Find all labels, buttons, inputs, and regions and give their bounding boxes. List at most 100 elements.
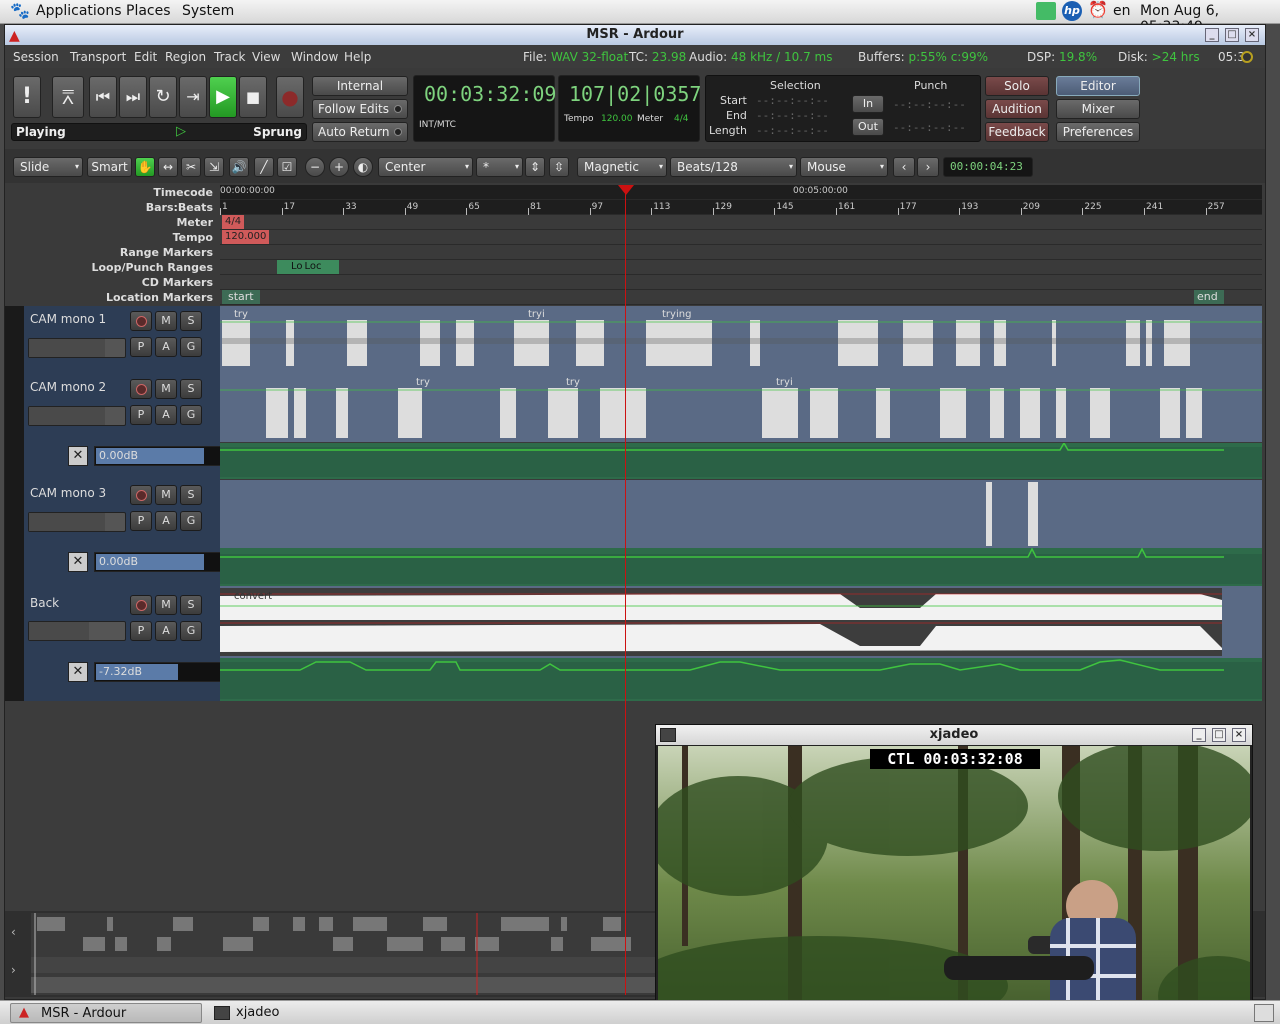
gain-automation-slider[interactable]: 0.00dB [94,552,234,572]
gain-automation-slider[interactable]: 0.00dB [94,446,234,466]
expand-tracks-icon[interactable]: ⇳ [549,157,569,177]
track-header[interactable]: Back M S P A G ✕ -7.32dB [24,586,234,701]
hp-icon[interactable]: hp [1062,1,1082,21]
stop-icon[interactable]: ■ [239,76,267,118]
group-button[interactable]: G [180,621,202,641]
menu-places[interactable]: Places [126,3,171,19]
mute-button[interactable]: M [155,595,177,615]
solo-button[interactable]: S [180,485,202,505]
window-titlebar[interactable]: ▲ MSR - Ardour _ □ × [5,25,1265,45]
gain-automation-lane[interactable] [220,441,1262,479]
primary-clock[interactable]: 00:03:32:09 INT/MTC [413,75,556,142]
cd-markers-ruler[interactable] [220,275,1262,290]
smart-mode-button[interactable]: Smart [87,157,132,177]
track-name[interactable]: CAM mono 1 [30,312,106,326]
ruler-label-location-markers[interactable]: Location Markers [13,291,213,304]
track-header[interactable]: CAM mono 1 M S P A G [24,306,220,374]
workspace-switcher[interactable] [1254,1004,1274,1022]
loop-range-marker[interactable]: Lo Loc [277,260,339,274]
play-range-icon[interactable]: ⇥ [179,76,207,118]
track-lane[interactable]: convert [220,586,1262,658]
playhead[interactable] [625,185,626,995]
bars-beats-ruler[interactable]: 1 17 33 49 65 81 97 113 129 145 161 177 193 209 225 241… [220,200,1262,215]
automation-button[interactable]: A [155,337,177,357]
shuttle-icon[interactable]: ▷ [176,124,186,139]
minimize-icon[interactable]: _ [1192,728,1206,742]
play-icon[interactable]: ▶ [209,76,237,118]
gain-automation-slider[interactable]: -7.32dB [94,662,234,682]
start-marker[interactable]: start [222,290,260,304]
close-automation-icon[interactable]: ✕ [68,446,88,466]
keyboard-layout[interactable]: en [1113,3,1131,19]
editor-button[interactable]: Editor [1056,76,1140,96]
gain-fader[interactable] [28,621,126,641]
menu-window[interactable]: Window [291,50,338,64]
visible-tracks-select[interactable]: * ▾ [476,157,523,177]
ruler-label-tempo[interactable]: Tempo [13,231,213,244]
automation-button[interactable]: A [155,511,177,531]
sel-length-clock[interactable]: --:--:--:-- [756,124,829,137]
track-lane[interactable]: try tryi trying [220,306,1264,374]
preferences-button[interactable]: Preferences [1056,122,1140,142]
punch-in-clock[interactable]: --:--:--:-- [893,98,966,111]
nudge-backward-icon[interactable]: ‹ [893,157,915,177]
track-group-tabs[interactable] [5,306,24,701]
punch-out-button[interactable]: Out [852,118,884,136]
gain-automation-lane[interactable] [220,547,1262,586]
edit-mode-select[interactable]: Slide ▾ [13,157,83,177]
close-icon[interactable]: × [1245,28,1259,42]
draw-tool-icon[interactable]: ╱ [254,157,274,177]
gain-automation-lane[interactable] [220,658,1262,701]
solo-button[interactable]: S [180,595,202,615]
feedback-button[interactable]: Feedback [985,122,1049,142]
ruler-label-meter[interactable]: Meter [13,216,213,229]
group-button[interactable]: G [180,405,202,425]
playlist-button[interactable]: P [130,337,152,357]
zoom-out-icon[interactable]: − [305,157,325,177]
summary-next-icon[interactable]: › [11,963,16,977]
gain-fader[interactable] [28,512,126,532]
gnome-foot-icon[interactable]: 🐾 [10,1,30,20]
range-tool-icon[interactable]: ↔ [158,157,178,177]
track-name[interactable]: CAM mono 3 [30,486,106,500]
gain-fader[interactable] [28,406,126,426]
error-log-icon[interactable] [1241,51,1253,63]
snap-mode-select[interactable]: Magnetic ▾ [577,157,667,177]
group-button[interactable]: G [180,337,202,357]
track-header[interactable]: CAM mono 3 M S P A G ✕ 0.00dB [24,480,234,586]
meter-marker[interactable]: 4/4 [222,215,245,229]
cut-tool-icon[interactable]: ✂ [181,157,201,177]
xjadeo-titlebar[interactable]: xjadeo _ □ × [656,725,1252,745]
menu-system[interactable]: System [182,3,234,19]
minimize-icon[interactable]: _ [1205,28,1219,42]
goto-start-icon[interactable]: ⏮ [89,76,117,118]
taskbar-item-ardour[interactable]: ▲ MSR - Ardour [10,1003,202,1023]
playlist-button[interactable]: P [130,621,152,641]
playhead-marker-icon[interactable] [618,185,634,195]
menu-track[interactable]: Track [214,50,245,64]
mute-button[interactable]: M [155,485,177,505]
tempo-marker[interactable]: 120.000 [222,230,270,244]
maximize-icon[interactable]: □ [1212,728,1226,742]
tempo-ruler[interactable]: 120.000 [220,230,1262,245]
network-icon[interactable] [1036,2,1056,20]
track-lane[interactable]: try try tryi [220,374,1262,442]
menu-region[interactable]: Region [165,50,206,64]
loop-punch-ruler[interactable]: Lo Loc [220,260,1262,275]
loop-icon[interactable]: ↻ [149,76,177,118]
track-name[interactable]: Back [30,596,59,610]
audition-button[interactable]: Audition [985,99,1049,119]
maximize-icon[interactable]: □ [1225,28,1239,42]
ruler-label-loop-punch[interactable]: Loop/Punch Ranges [13,261,213,274]
playlist-button[interactable]: P [130,405,152,425]
menu-transport[interactable]: Transport [70,50,126,64]
edit-point-select[interactable]: Mouse ▾ [800,157,888,177]
location-markers-ruler[interactable]: start end [220,290,1262,305]
rec-enable-button[interactable] [130,485,152,505]
range-markers-ruler[interactable] [220,245,1262,260]
nudge-clock[interactable]: 00:00:04:23 [943,157,1033,177]
taskbar-item-xjadeo[interactable]: xjadeo [206,1003,396,1023]
shuttle-mode[interactable]: Sprung [253,125,302,139]
nudge-forward-icon[interactable]: › [917,157,939,177]
meter-ruler[interactable]: 4/4 [220,215,1262,230]
